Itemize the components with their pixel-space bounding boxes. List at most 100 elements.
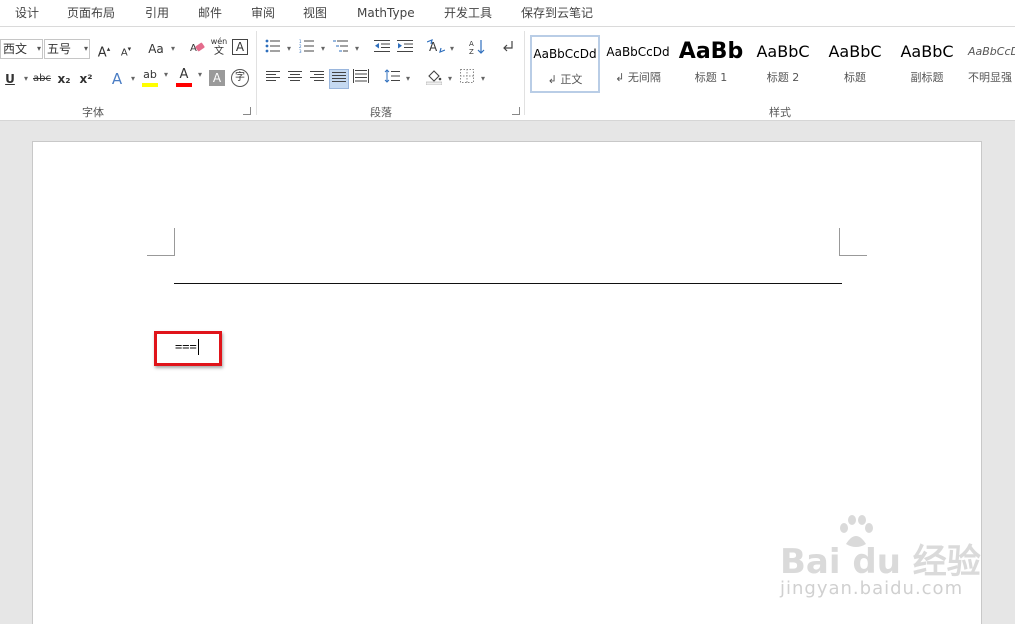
line-spacing-button[interactable] bbox=[382, 69, 410, 89]
menu-design[interactable]: 设计 bbox=[15, 0, 39, 27]
superscript-button[interactable]: x² bbox=[76, 69, 96, 89]
group-divider bbox=[524, 31, 525, 115]
style-title[interactable]: AaBbC 标题 bbox=[820, 35, 890, 93]
menu-developer[interactable]: 开发工具 bbox=[444, 0, 492, 27]
svg-text:A: A bbox=[469, 40, 474, 48]
increase-indent-icon bbox=[397, 40, 413, 52]
font-name-combo[interactable]: 西文 ▾ bbox=[0, 39, 43, 59]
change-case-icon: Aa bbox=[148, 42, 164, 56]
justify-icon bbox=[332, 72, 346, 82]
menu-bar: 设计 页面布局 引用 邮件 审阅 视图 MathType 开发工具 保存到云笔记 bbox=[0, 0, 1015, 27]
subscript-button[interactable]: x₂ bbox=[54, 69, 74, 89]
numbering-icon: 123 bbox=[299, 39, 314, 54]
style-sample: AaBbC bbox=[900, 42, 954, 61]
chinese-layout-button[interactable]: A bbox=[426, 39, 454, 59]
paint-bucket-icon bbox=[425, 70, 443, 86]
borders-button[interactable] bbox=[457, 69, 485, 89]
font-size-combo[interactable]: 五号 ▾ bbox=[44, 39, 90, 59]
line-spacing-icon bbox=[384, 69, 400, 83]
align-left-icon bbox=[266, 71, 280, 81]
multilevel-list-button[interactable] bbox=[331, 39, 359, 59]
group-divider bbox=[256, 31, 257, 115]
align-left-button[interactable] bbox=[263, 69, 283, 89]
phonetic-guide-button[interactable]: wén 文 bbox=[209, 37, 229, 57]
shrink-font-button[interactable]: A▾ bbox=[116, 39, 136, 59]
menu-review[interactable]: 审阅 bbox=[251, 0, 275, 27]
style-normal[interactable]: AaBbCcDd ↲ 正文 bbox=[530, 35, 600, 93]
align-center-button[interactable] bbox=[285, 69, 305, 89]
menu-page-layout[interactable]: 页面布局 bbox=[67, 0, 115, 27]
enclose-characters-icon: 字 bbox=[235, 72, 245, 83]
font-group-label: 字体 bbox=[82, 106, 104, 119]
svg-text:A: A bbox=[429, 40, 438, 53]
menu-references[interactable]: 引用 bbox=[145, 0, 169, 27]
paragraph-dialog-launcher[interactable] bbox=[512, 107, 520, 115]
sort-button[interactable]: AZ bbox=[467, 39, 487, 59]
menu-mathtype[interactable]: MathType bbox=[357, 0, 415, 27]
style-subtitle[interactable]: AaBbC 副标题 bbox=[892, 35, 962, 93]
change-case-button[interactable]: Aa bbox=[145, 39, 175, 59]
document-area: === Bai du 经验 jingyan.baidu.com bbox=[0, 122, 1015, 624]
highlight-box bbox=[154, 331, 222, 366]
style-heading-2[interactable]: AaBbC 标题 2 bbox=[748, 35, 818, 93]
borders-icon bbox=[460, 69, 474, 83]
bullets-icon bbox=[265, 39, 280, 53]
strikethrough-button[interactable]: abc bbox=[32, 69, 52, 89]
font-dialog-launcher[interactable] bbox=[243, 107, 251, 115]
align-right-icon bbox=[310, 71, 324, 81]
distributed-button[interactable] bbox=[351, 69, 371, 89]
style-name: 标题 bbox=[844, 71, 866, 84]
chevron-down-icon: ▾ bbox=[36, 44, 41, 53]
shading-button[interactable] bbox=[424, 69, 452, 89]
text-effects-button[interactable]: A bbox=[107, 69, 135, 89]
bullets-button[interactable] bbox=[263, 39, 291, 59]
style-name: 标题 1 bbox=[694, 71, 728, 84]
crop-mark-top-right bbox=[839, 228, 867, 256]
font-color-icon: A bbox=[179, 67, 189, 82]
style-sample: AaBbC bbox=[756, 42, 810, 61]
style-name: 副标题 bbox=[910, 71, 944, 84]
eraser-icon: A bbox=[190, 42, 205, 54]
character-border-icon: A bbox=[235, 40, 245, 54]
grow-font-button[interactable]: A▴ bbox=[94, 39, 114, 60]
menu-mailings[interactable]: 邮件 bbox=[198, 0, 222, 27]
styles-group-label: 样式 bbox=[769, 106, 791, 119]
underline-button[interactable]: U bbox=[0, 69, 28, 89]
watermark-logo: Bai du 经验 bbox=[780, 542, 981, 582]
horizontal-rule bbox=[174, 283, 842, 284]
character-shading-button[interactable]: A bbox=[209, 70, 225, 86]
character-shading-icon: A bbox=[212, 71, 222, 85]
character-border-button[interactable]: A bbox=[232, 39, 248, 55]
svg-text:3: 3 bbox=[299, 49, 302, 53]
style-sample: AaBbCcD bbox=[968, 45, 1015, 58]
sort-icon: AZ bbox=[469, 40, 485, 56]
style-sample: AaBb bbox=[678, 39, 744, 64]
superscript-icon: x² bbox=[79, 72, 93, 86]
show-marks-button[interactable] bbox=[498, 39, 518, 59]
style-sample: AaBbC bbox=[828, 42, 882, 61]
align-center-icon bbox=[288, 71, 302, 81]
increase-indent-button[interactable] bbox=[395, 39, 415, 59]
style-no-spacing[interactable]: AaBbCcDd ↲ 无间隔 bbox=[603, 35, 673, 93]
crop-mark-top-left bbox=[147, 228, 175, 256]
enclose-characters-button[interactable]: 字 bbox=[231, 69, 249, 87]
style-name: 标题 2 bbox=[766, 71, 800, 84]
font-color-button[interactable]: A bbox=[174, 67, 202, 87]
multilevel-list-icon bbox=[333, 40, 348, 52]
style-name: ↲ 正文 bbox=[547, 73, 583, 86]
decrease-indent-button[interactable] bbox=[372, 39, 392, 59]
align-right-button[interactable] bbox=[307, 69, 327, 89]
menu-save-to-cloud-note[interactable]: 保存到云笔记 bbox=[521, 0, 593, 27]
style-name: ↲ 无间隔 bbox=[615, 71, 661, 84]
ribbon: 西文 ▾ 五号 ▾ A▴ A▾ Aa A wén 文 A U abc x₂ x²… bbox=[0, 27, 1015, 121]
highlight-color-button[interactable]: ab bbox=[140, 67, 168, 87]
style-subtle-emphasis[interactable]: AaBbCcD 不明显强 bbox=[964, 35, 1015, 93]
phonetic-guide-bottom: 文 bbox=[214, 46, 224, 57]
style-heading-1[interactable]: AaBb 标题 1 bbox=[676, 35, 746, 93]
menu-view[interactable]: 视图 bbox=[303, 0, 327, 27]
numbering-button[interactable]: 123 bbox=[297, 39, 325, 59]
clear-formatting-button[interactable]: A bbox=[187, 39, 207, 59]
highlight-swatch bbox=[142, 83, 158, 87]
justify-button[interactable] bbox=[329, 69, 349, 89]
shrink-font-icon: A bbox=[120, 47, 128, 59]
